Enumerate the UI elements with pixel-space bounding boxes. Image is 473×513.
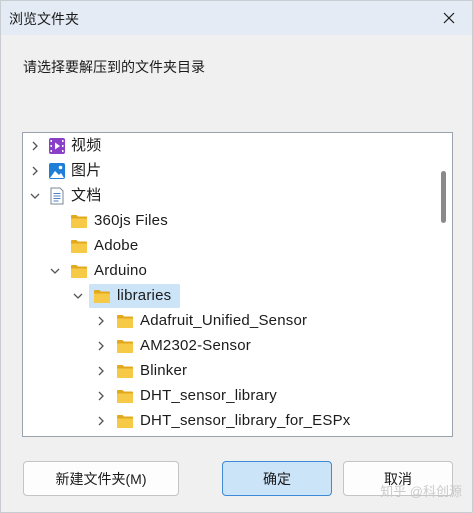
- tree-item-label: 图片: [71, 162, 102, 179]
- tree-item-360js-files[interactable]: 360js Files: [23, 209, 433, 233]
- tree-item-dht-sensor-library[interactable]: DHT_sensor_library: [23, 384, 433, 408]
- close-icon: [443, 12, 455, 24]
- chevron-right-icon[interactable]: [94, 364, 108, 378]
- tree-item-blinker[interactable]: Blinker: [23, 359, 433, 383]
- tree-item-label: Arduino: [94, 262, 148, 279]
- tree-item-label: Blinker: [140, 362, 188, 379]
- new-folder-button[interactable]: 新建文件夹(M): [23, 461, 179, 496]
- tree-item-am2302-sensor[interactable]: AM2302-Sensor: [23, 334, 433, 358]
- tree-item-adobe[interactable]: Adobe: [23, 234, 433, 258]
- documents-library-icon: [50, 187, 64, 205]
- dialog-prompt: 请选择要解压到的文件夹目录: [23, 59, 205, 75]
- chevron-down-icon[interactable]: [71, 289, 85, 303]
- chevron-right-icon[interactable]: [94, 389, 108, 403]
- browse-folder-dialog: 浏览文件夹 请选择要解压到的文件夹目录 视频 图片 文档 360js Files…: [0, 0, 473, 513]
- tree-item-videos[interactable]: 视频: [23, 134, 433, 158]
- window-title: 浏览文件夹: [9, 11, 79, 27]
- tree-item-documents[interactable]: 文档: [23, 184, 433, 208]
- chevron-right-icon[interactable]: [94, 414, 108, 428]
- tree-item-adafruit-unified-sensor[interactable]: Adafruit_Unified_Sensor: [23, 309, 433, 333]
- folder-icon: [117, 365, 133, 378]
- close-button[interactable]: [432, 4, 466, 32]
- tree-item-label: Adobe: [94, 237, 139, 254]
- tree-item-label: libraries: [117, 287, 172, 304]
- folder-tree[interactable]: 视频 图片 文档 360js Files Adobe Arduino libra…: [22, 132, 453, 437]
- tree-item-arduino[interactable]: Arduino: [23, 259, 433, 283]
- folder-icon: [117, 415, 133, 428]
- video-library-icon: [49, 138, 65, 154]
- vertical-scrollbar[interactable]: [434, 133, 452, 436]
- folder-icon: [71, 265, 87, 278]
- tree-item-pictures[interactable]: 图片: [23, 159, 433, 183]
- tree-item-label: DHT_sensor_library: [140, 387, 277, 404]
- folder-icon: [71, 215, 87, 228]
- folder-icon: [71, 240, 87, 253]
- tree-item-label: AM2302-Sensor: [140, 337, 251, 354]
- tree-item-label: DHT_sensor_library_for_ESPx: [140, 412, 351, 429]
- tree-item-dht-sensor-library-for-espx[interactable]: DHT_sensor_library_for_ESPx: [23, 409, 433, 433]
- scrollbar-thumb[interactable]: [441, 171, 446, 223]
- tree-item-label: 文档: [71, 187, 102, 204]
- chevron-down-icon[interactable]: [48, 264, 62, 278]
- pictures-library-icon: [49, 163, 65, 179]
- tree-item-label: 360js Files: [94, 212, 168, 229]
- tree-item-label: 视频: [71, 137, 102, 154]
- chevron-right-icon[interactable]: [94, 339, 108, 353]
- tree-item-libraries[interactable]: libraries: [23, 284, 433, 308]
- cancel-button[interactable]: 取消: [343, 461, 453, 496]
- chevron-right-icon[interactable]: [94, 314, 108, 328]
- folder-icon: [117, 340, 133, 353]
- chevron-right-icon[interactable]: [28, 139, 42, 153]
- chevron-down-icon[interactable]: [28, 189, 42, 203]
- folder-icon: [94, 290, 110, 303]
- folder-icon: [117, 315, 133, 328]
- folder-icon: [117, 390, 133, 403]
- title-bar: 浏览文件夹: [1, 1, 472, 35]
- chevron-right-icon[interactable]: [28, 164, 42, 178]
- tree-item-label: Adafruit_Unified_Sensor: [140, 312, 308, 329]
- ok-button[interactable]: 确定: [222, 461, 332, 496]
